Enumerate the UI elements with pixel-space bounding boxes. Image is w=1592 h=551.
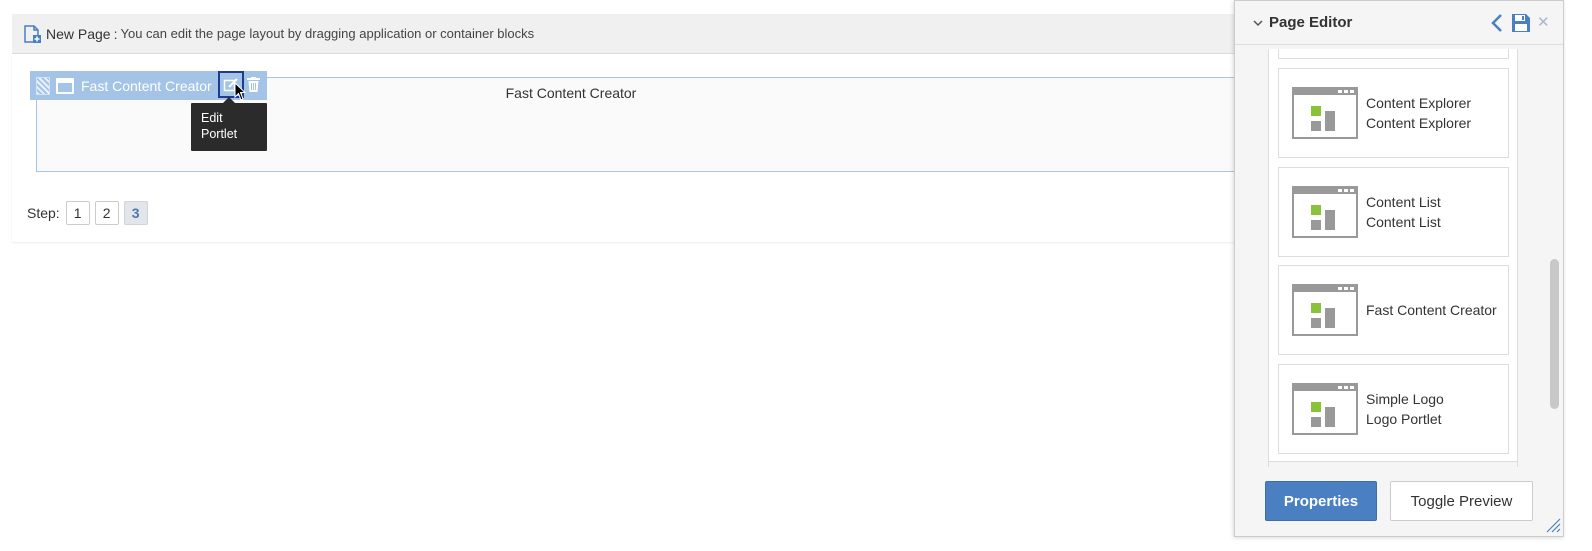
- portlet-thumbnail-icon: [1292, 186, 1358, 238]
- app-subtitle: Content Explorer: [1366, 115, 1472, 131]
- chevron-down-icon[interactable]: [1253, 18, 1263, 28]
- app-item-simple-logo[interactable]: Simple Logo Logo Portlet: [1278, 364, 1509, 454]
- portlet-thumbnail-icon: [1292, 87, 1358, 139]
- drag-handle-icon[interactable]: [36, 76, 50, 95]
- delete-portlet-button[interactable]: [246, 76, 260, 93]
- app-name: Simple Logo: [1366, 391, 1444, 407]
- page-header: New Page : You can edit the page layout …: [12, 14, 1252, 54]
- app-item-content-explorer[interactable]: Content Explorer Content Explorer: [1278, 68, 1509, 158]
- step-label: Step:: [27, 205, 60, 221]
- page-title: New Page: [46, 25, 111, 42]
- properties-button[interactable]: Properties: [1265, 481, 1377, 521]
- app-item-content-list[interactable]: Content List Content List: [1278, 167, 1509, 257]
- app-name: Content Explorer: [1366, 95, 1472, 111]
- save-icon[interactable]: [1511, 13, 1531, 33]
- portlet-toolbar[interactable]: Fast Content Creator: [30, 71, 267, 100]
- app-name: Fast Content Creator: [1366, 302, 1497, 318]
- application-list[interactable]: Content Explorer Content Explorer Conten…: [1268, 49, 1518, 467]
- app-item-fast-content-creator[interactable]: Fast Content Creator: [1278, 265, 1509, 355]
- resize-handle-icon[interactable]: [1545, 517, 1561, 533]
- back-arrow-icon[interactable]: [1490, 13, 1504, 33]
- scrollbar-thumb[interactable]: [1550, 259, 1559, 409]
- header-separator: :: [113, 25, 118, 42]
- window-icon: [56, 77, 74, 94]
- portlet-thumbnail-icon: [1292, 383, 1358, 435]
- editor-scrollbar[interactable]: [1549, 49, 1559, 467]
- step-2-button[interactable]: 2: [94, 201, 119, 225]
- trash-icon: [246, 77, 260, 92]
- portlet-thumbnail-icon: [1292, 284, 1358, 336]
- step-pager: Step: 1 2 3: [27, 201, 153, 225]
- page-editor-panel: Page Editor ✕ Content Explorer Content E…: [1234, 0, 1564, 537]
- app-name: Content List: [1366, 194, 1441, 210]
- app-subtitle: Content List: [1366, 214, 1441, 230]
- close-icon[interactable]: ✕: [1537, 13, 1550, 31]
- list-item-partial: [1278, 49, 1509, 59]
- mouse-cursor-icon: [234, 82, 246, 101]
- page-editor-header: Page Editor ✕: [1235, 1, 1563, 45]
- page-description: You can edit the page layout by dragging…: [120, 26, 535, 41]
- step-1-button[interactable]: 1: [65, 201, 90, 225]
- page-editor-footer: Properties Toggle Preview: [1235, 467, 1563, 537]
- new-page-icon: [24, 24, 41, 43]
- toggle-preview-button[interactable]: Toggle Preview: [1390, 481, 1533, 521]
- portlet-toolbar-title: Fast Content Creator: [81, 77, 212, 94]
- edit-portlet-tooltip: Edit Portlet: [191, 97, 267, 151]
- app-subtitle: Logo Portlet: [1366, 411, 1442, 427]
- page-editor-title: Page Editor: [1269, 14, 1353, 31]
- step-3-button[interactable]: 3: [123, 201, 148, 225]
